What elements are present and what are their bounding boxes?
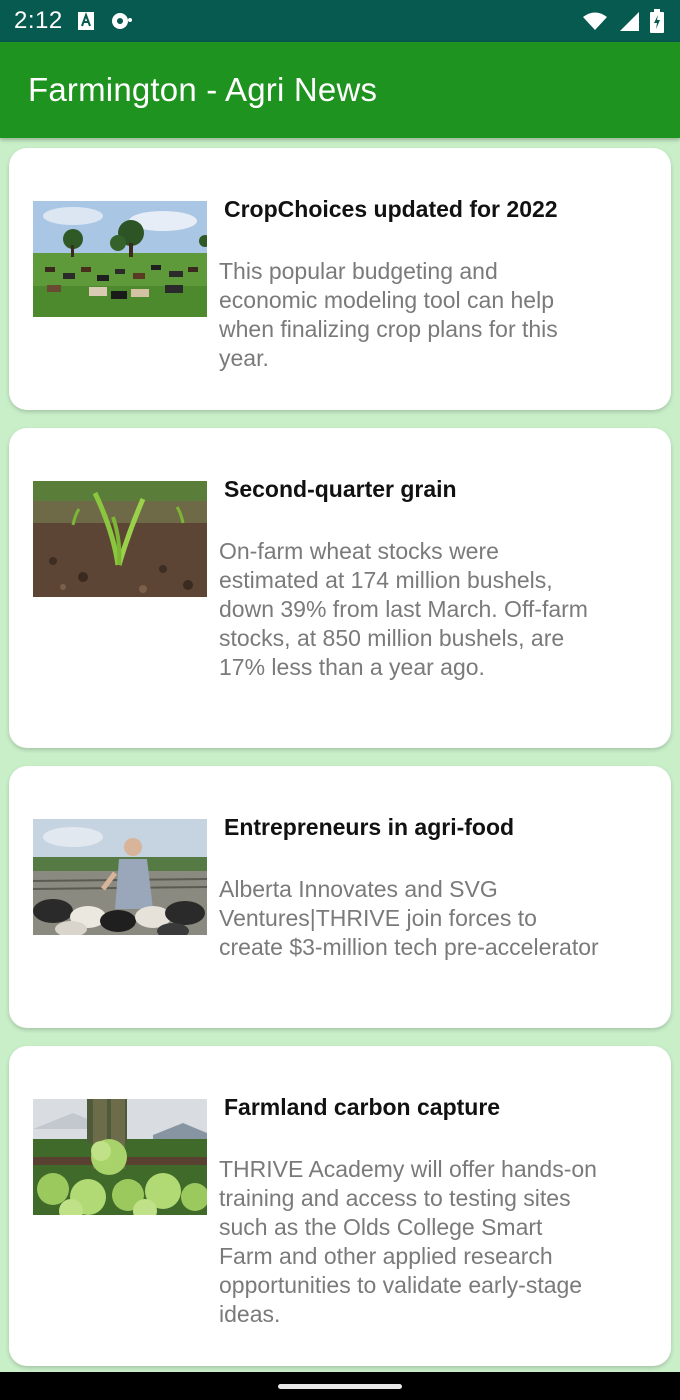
- news-card[interactable]: Farmland carbon capture THRIVE Academy w…: [9, 1046, 671, 1366]
- sync-notification-icon: [109, 11, 133, 31]
- article-description: Alberta Innovates and SVG Ventures|THRIV…: [219, 876, 599, 960]
- article-description: On-farm wheat stocks were estimated at 1…: [219, 538, 588, 680]
- lettuce-harvest-image: [33, 1099, 207, 1215]
- article-title: Second-quarter grain: [224, 476, 457, 502]
- app-title: Farmington - Agri News: [28, 71, 378, 108]
- navigation-bar: [0, 1372, 680, 1400]
- news-card[interactable]: Entrepreneurs in agri-food Alberta Innov…: [9, 766, 671, 1028]
- app-bar: Farmington - Agri News: [0, 42, 680, 138]
- article-description: This popular budgeting and economic mode…: [219, 258, 558, 371]
- cattle-pasture-image: [33, 201, 207, 317]
- news-card[interactable]: CropChoices updated for 2022 This popula…: [9, 148, 671, 410]
- cell-signal-icon: [618, 10, 640, 32]
- seedling-soil-image: [33, 481, 207, 597]
- status-time: 2:12: [14, 7, 63, 34]
- article-title: Entrepreneurs in agri-food: [224, 814, 515, 840]
- battery-charging-icon: [650, 9, 664, 33]
- wifi-icon: [582, 11, 608, 31]
- home-gesture-handle[interactable]: [278, 1384, 402, 1389]
- article-title: CropChoices updated for 2022: [224, 196, 558, 222]
- text-a-notification-icon: [77, 11, 95, 31]
- news-card[interactable]: Second-quarter grain On-farm wheat stock…: [9, 428, 671, 748]
- farmer-with-sheep-image: [33, 819, 207, 935]
- article-title: Farmland carbon capture: [224, 1094, 501, 1120]
- article-description: THRIVE Academy will offer hands-on train…: [219, 1156, 597, 1327]
- status-bar: 2:12: [0, 0, 680, 42]
